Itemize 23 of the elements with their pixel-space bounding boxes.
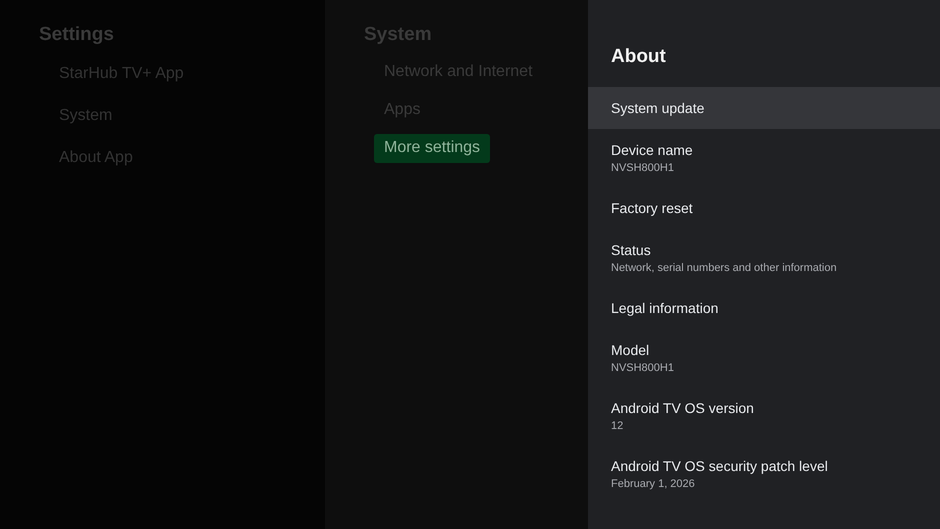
settings-row[interactable]: Factory reset <box>588 187 940 229</box>
row-label: Model <box>611 342 650 358</box>
settings-row[interactable]: System update <box>588 87 940 129</box>
row-summary: Network, serial numbers and other information <box>611 262 837 274</box>
panel-title: About <box>610 45 667 69</box>
settings-row[interactable]: Legal information <box>588 287 940 329</box>
settings-row[interactable]: Device name NVSH800H1 <box>588 129 940 187</box>
row-label: Android TV OS security patch level <box>611 458 828 474</box>
settings-row[interactable]: Status Network, serial numbers and other information <box>588 229 940 287</box>
row-summary: February 1, 2026 <box>611 478 695 490</box>
row-label: System update <box>611 100 704 116</box>
row-label: Android TV OS version <box>611 400 754 416</box>
settings-row[interactable]: Android TV OS security patch level February 1, 2026 <box>588 445 940 503</box>
row-label: Factory reset <box>611 200 693 216</box>
row-summary: NVSH800H1 <box>611 162 674 174</box>
settings-row[interactable]: Model NVSH800H1 <box>588 329 940 387</box>
row-summary: 12 <box>611 420 624 432</box>
menu-item[interactable]: More settings <box>374 134 490 163</box>
row-label: Device name <box>611 142 693 158</box>
row-label: Status <box>611 242 651 258</box>
row-summary: NVSH800H1 <box>611 362 674 374</box>
row-label: Legal information <box>611 300 718 316</box>
settings-row[interactable]: Android TV OS version 12 <box>588 387 940 445</box>
